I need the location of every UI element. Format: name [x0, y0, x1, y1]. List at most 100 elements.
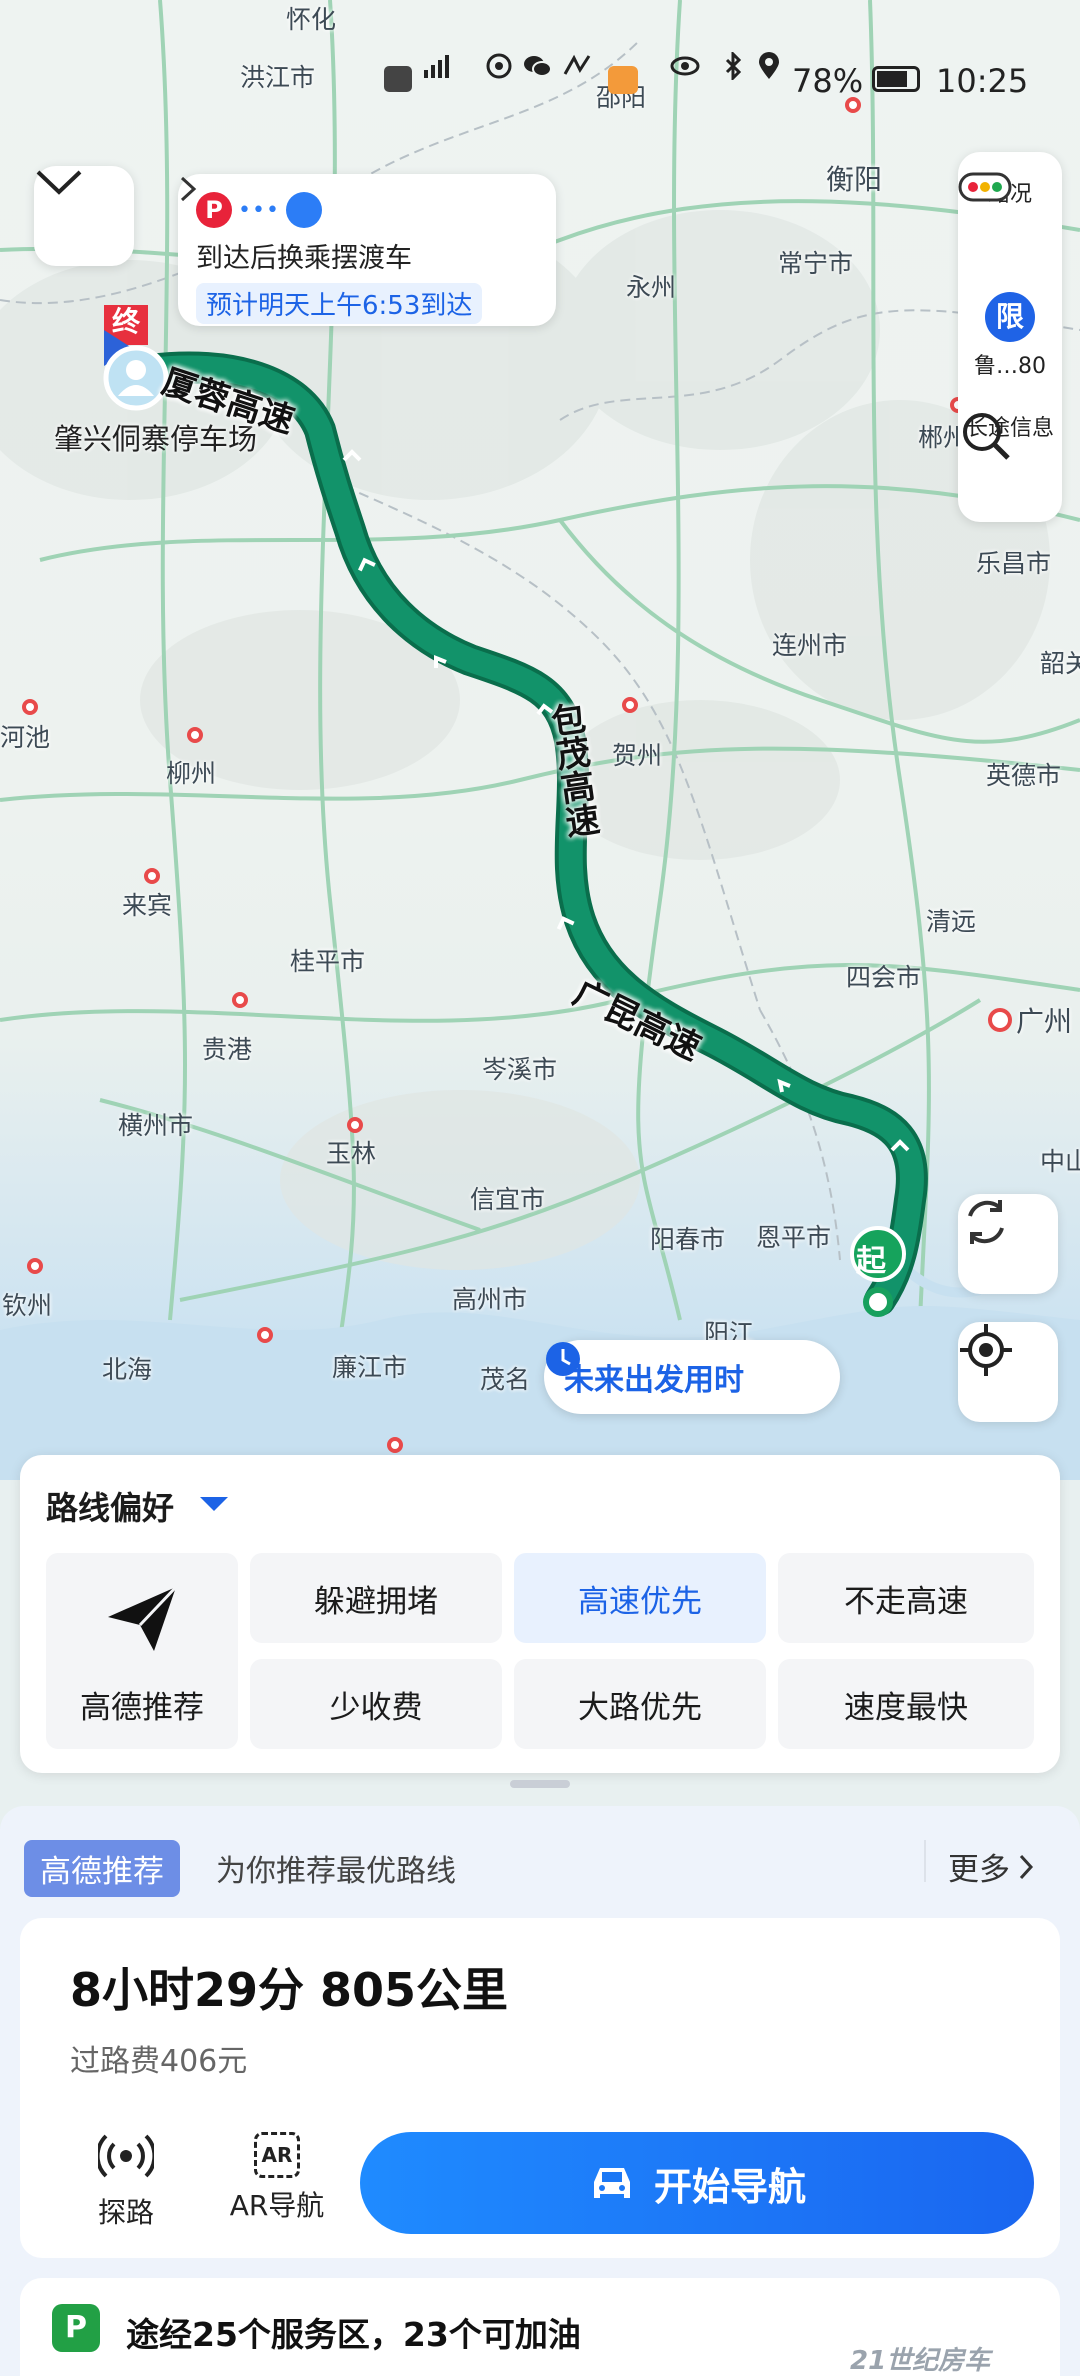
route-summary: 8小时29分 805公里 [70, 1963, 509, 2017]
city-label: 钦州 [2, 1291, 53, 1320]
battery-icon [872, 66, 920, 92]
heart-app-icon [608, 66, 638, 94]
city-label: 清远 [926, 907, 977, 936]
ar-icon: AR [254, 2132, 300, 2178]
city-label: 韶关 [1040, 649, 1080, 678]
car-icon [593, 2168, 630, 2198]
recommend-badge: 高德推荐 [24, 1840, 180, 1897]
city-label: 连州市 [772, 631, 848, 660]
city-label: 高州市 [452, 1285, 528, 1314]
wechat-icon [524, 56, 552, 77]
radar-icon [95, 2134, 157, 2178]
collapse-button[interactable] [34, 166, 134, 266]
bluetooth-icon [725, 52, 742, 80]
city-label: 茂名 [480, 1365, 531, 1394]
route-toll: 过路费406元 [70, 2044, 248, 2079]
city-label: 柳州 [166, 759, 217, 788]
eye-icon [670, 56, 700, 76]
pref-option-fastest[interactable]: 速度最快 [778, 1659, 1034, 1749]
city-label: 贵港 [202, 1035, 253, 1064]
service-area-text: 途经25个服务区，23个可加油 [126, 2315, 581, 2354]
ar-navigation-label: AR导航 [229, 2189, 325, 2222]
route-preference-title: 路线偏好 [46, 1489, 175, 1527]
future-departure-button[interactable]: 未来出发用时 [544, 1340, 840, 1414]
pref-option-highway-first[interactable]: 高速优先 [514, 1553, 766, 1643]
ar-navigation-button[interactable]: AR AR导航 [212, 2128, 342, 2224]
start-navigation-label: 开始导航 [653, 2164, 806, 2209]
parking-icon: P [196, 192, 232, 228]
watermark-logo: 21世纪房车 [850, 2346, 991, 2376]
future-departure-label: 未来出发用时 [564, 1363, 744, 1398]
5g-signal-icon [424, 55, 449, 78]
pref-option-avoid-congestion[interactable]: 躲避拥堵 [250, 1553, 502, 1643]
traffic-button[interactable]: 路况 [958, 172, 1062, 208]
start-navigation-button[interactable]: 开始导航 [360, 2132, 1034, 2234]
circle-app-icon [486, 53, 512, 79]
city-label: 乐昌市 [976, 549, 1052, 578]
location-icon [759, 52, 779, 79]
divider [924, 1840, 926, 1882]
traffic-icon [958, 172, 1012, 202]
pref-option-recommended[interactable]: 高德推荐 [46, 1553, 238, 1749]
arrival-info-card[interactable]: P ••• 到达后换乘摆渡车 预计明天上午6:53到达 [178, 174, 556, 326]
city-label: 四会市 [846, 963, 922, 992]
pref-option-main-road[interactable]: 大路优先 [514, 1659, 766, 1749]
city-label: 永州 [626, 273, 677, 302]
city-label: 中山 [1040, 1147, 1080, 1176]
clock-icon [546, 1342, 580, 1376]
recommend-description: 为你推荐最优路线 [216, 1854, 456, 1889]
service-area-icon: P [52, 2304, 100, 2352]
route-bottom-sheet: 高德推荐 为你推荐最优路线 更多 8小时29分 805公里 过路费406元 探路… [0, 1806, 1080, 2376]
explore-label: 探路 [97, 2196, 154, 2229]
map-view[interactable]: 起 终 肇兴侗寨停车场 怀化 洪江市 邵阳 衡阳 常宁市 永州 郴州 乐昌市 韶… [0, 0, 1080, 1480]
locate-me-button[interactable] [958, 1322, 1058, 1422]
city-label: 桂平市 [290, 947, 366, 976]
start-marker-label: 起 [856, 1244, 886, 1279]
explore-button[interactable]: 探路 [66, 2128, 186, 2231]
paper-plane-icon [108, 1585, 178, 1651]
city-label: 岑溪市 [482, 1055, 558, 1084]
chevron-right-icon [180, 176, 197, 202]
route-preference-panel: 路线偏好 高德推荐 躲避拥堵 高速优先 不走高速 少收费 大路优先 速度最快 [20, 1455, 1060, 1773]
pref-option-no-highway[interactable]: 不走高速 [778, 1553, 1034, 1643]
city-label: 常宁市 [778, 249, 854, 278]
city-label: 玉林 [326, 1139, 377, 1168]
map-tools-panel: 路况 限 鲁…80 长途信息 [958, 152, 1062, 522]
transfer-icons: P ••• [196, 190, 538, 230]
city-label: 英德市 [986, 761, 1062, 790]
route-app-icon [563, 54, 591, 75]
pref-option-label: 高德推荐 [80, 1690, 204, 1726]
city-label: 恩平市 [756, 1223, 832, 1252]
restriction-label: 鲁…80 [974, 354, 1046, 379]
city-label: 信宜市 [470, 1185, 546, 1214]
city-label: 来宾 [122, 891, 173, 920]
arrival-eta: 预计明天上午6:53到达 [196, 283, 483, 324]
refresh-route-button[interactable] [958, 1194, 1058, 1294]
restriction-button[interactable]: 限 鲁…80 [958, 292, 1062, 380]
refresh-icon [968, 1200, 1004, 1244]
city-label: 横州市 [118, 1111, 194, 1140]
city-label: 河池 [0, 723, 51, 752]
shuttle-bus-icon [285, 192, 322, 228]
long-trip-info-button[interactable]: 长途信息 [958, 408, 1062, 460]
city-label: 衡阳 [826, 163, 883, 196]
more-routes-button[interactable]: 更多 [948, 1844, 1034, 1889]
sheet-drag-handle[interactable] [510, 1780, 570, 1788]
clock: 10:25 [936, 62, 1029, 100]
limit-badge: 限 [985, 292, 1035, 342]
dots-icon: ••• [238, 197, 280, 223]
route-card[interactable]: 8小时29分 805公里 过路费406元 探路 AR AR导航 开始导航 [20, 1918, 1060, 2258]
chevron-down-icon [36, 170, 82, 195]
chevron-right-icon [1019, 1854, 1034, 1879]
city-label: 北海 [102, 1355, 153, 1384]
arrival-title: 到达后换乘摆渡车 [196, 243, 412, 274]
city-label: 怀化 [286, 5, 337, 34]
search-icon [963, 413, 1010, 460]
more-label: 更多 [948, 1852, 1010, 1888]
caret-down-icon[interactable] [200, 1497, 228, 1511]
pref-option-less-toll[interactable]: 少收费 [250, 1659, 502, 1749]
status-bar: 78% 10:25 [0, 52, 1080, 108]
hd-icon [384, 66, 412, 92]
city-label: 阳春市 [650, 1225, 726, 1254]
city-label: 贺州 [612, 741, 663, 770]
